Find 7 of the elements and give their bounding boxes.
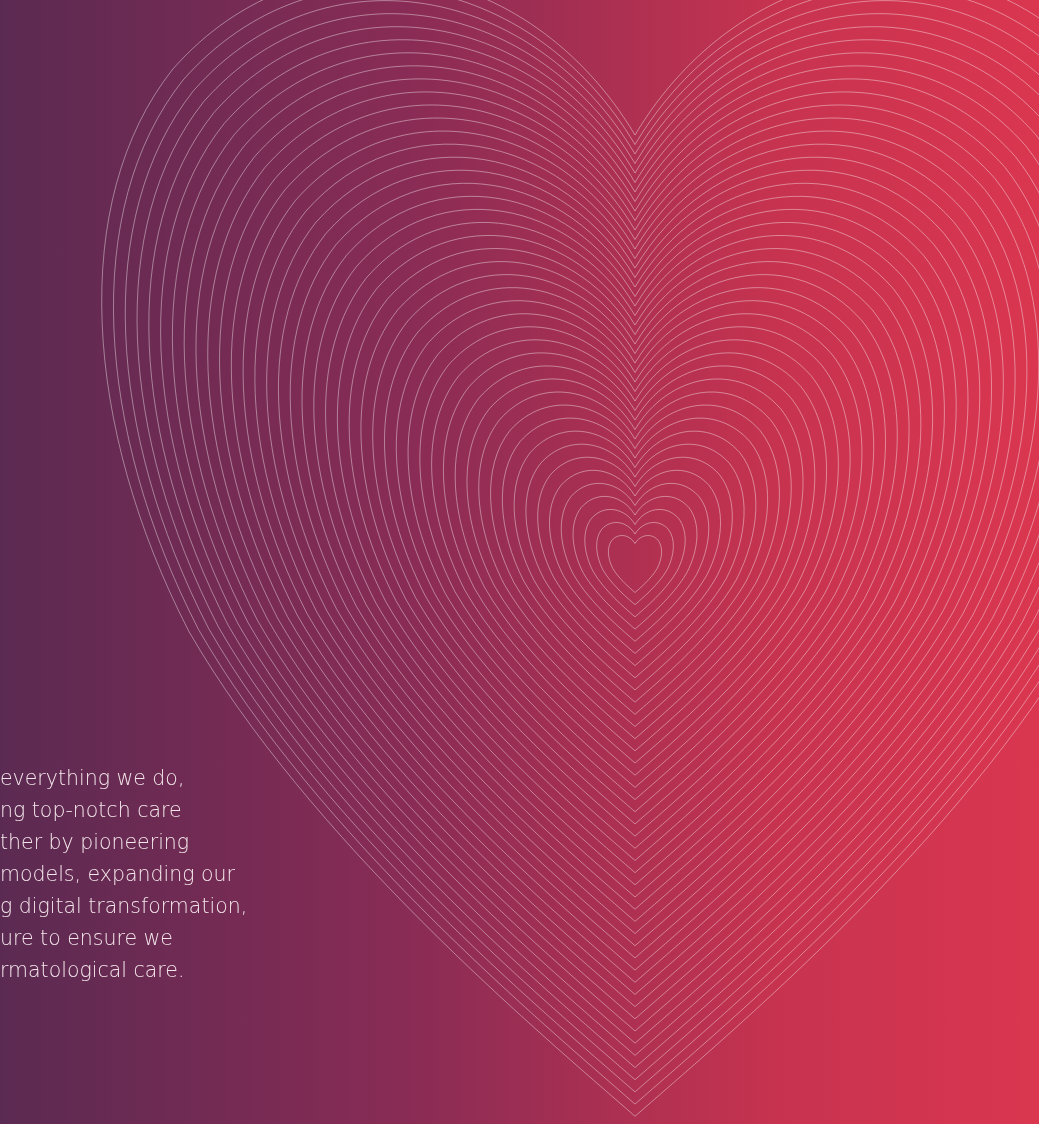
- paragraph-text: ther by pioneering: [0, 829, 190, 856]
- paragraph-text: rmatological care.: [0, 957, 185, 984]
- paragraph-text: ng top-notch care: [0, 797, 182, 824]
- paragraph-text: g digital transformation,: [0, 893, 248, 920]
- paragraph-text: ure to ensure we: [0, 925, 173, 952]
- paragraph-text: everything we do,: [0, 765, 185, 792]
- paragraph-text: models, expanding our: [0, 861, 235, 888]
